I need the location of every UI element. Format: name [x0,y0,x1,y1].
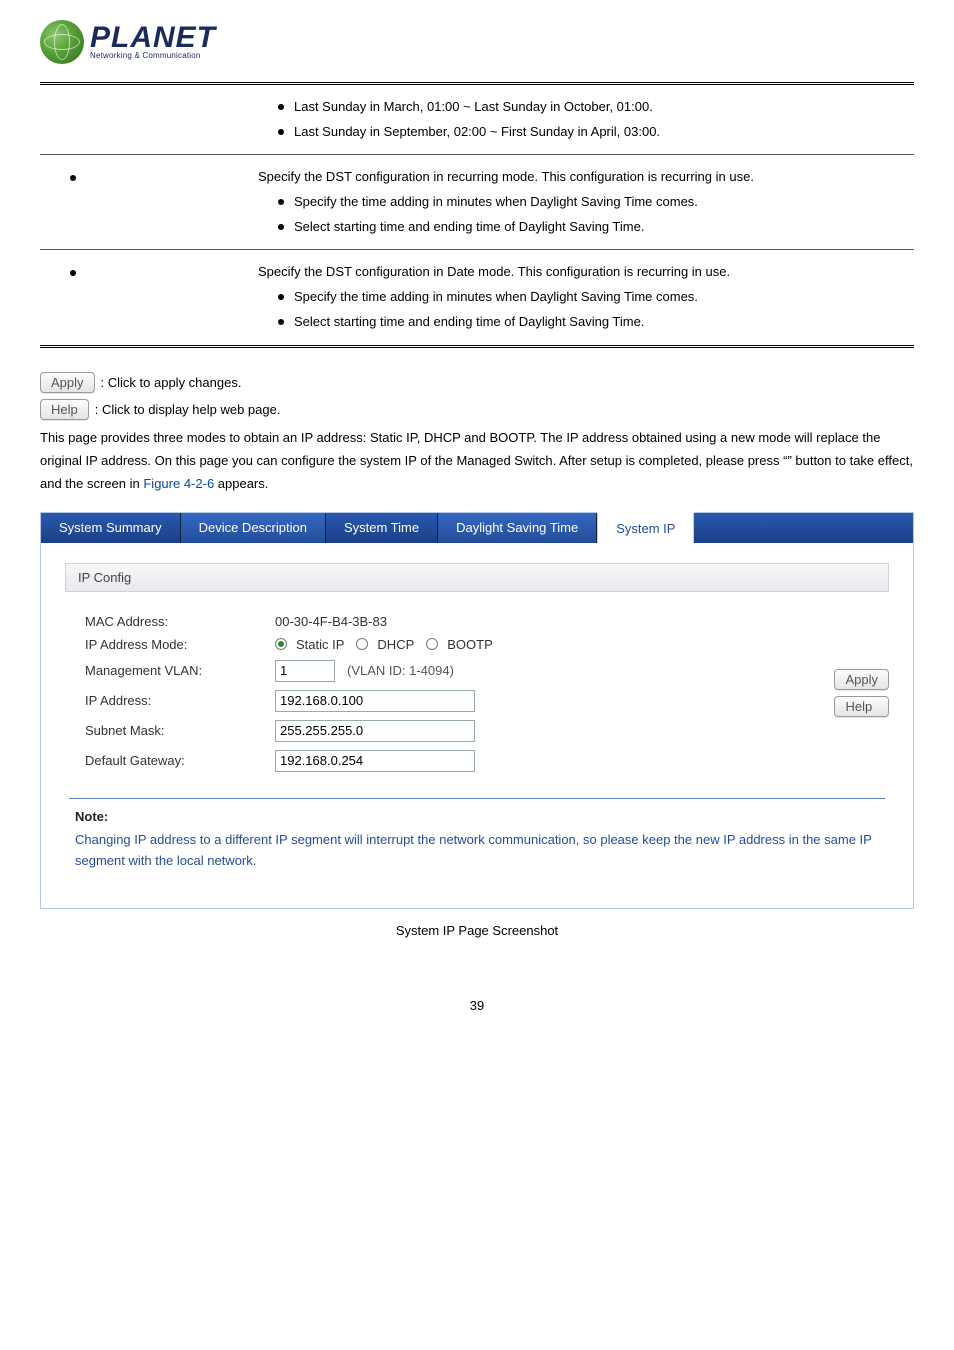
tab-bar: System Summary Device Description System… [41,513,913,543]
help-button[interactable]: Help [834,696,889,717]
tab-system-time[interactable]: System Time [326,513,438,543]
logo-main-text: PLANET [90,24,216,51]
bullet-icon [278,319,284,325]
default-gateway-input[interactable] [275,750,475,772]
table-cell-text: Specify the time adding in minutes when … [294,190,698,215]
mgmt-vlan-label: Management VLAN: [85,663,275,678]
figure-link: Figure 4-2-6 [143,476,214,491]
bullet-icon [278,129,284,135]
bullet-icon [70,175,76,181]
table-cell-text: Specify the DST configuration in Date mo… [248,260,906,285]
apply-button[interactable]: Apply [834,669,889,690]
panel-divider [69,798,885,799]
radio-dhcp-label: DHCP [377,637,414,652]
ip-address-input[interactable] [275,690,475,712]
radio-bootp[interactable] [426,638,438,650]
radio-static-ip-label: Static IP [296,637,344,652]
figure-caption: System IP Page Screenshot [40,923,914,938]
intro-paragraph: This page provides three modes to obtain… [40,426,914,496]
logo-sub-text: Networking & Communication [90,51,216,60]
tab-system-ip[interactable]: System IP [597,512,694,543]
system-ip-panel: System Summary Device Description System… [40,512,914,909]
radio-dhcp[interactable] [356,638,368,650]
ip-config-header: IP Config [65,563,889,592]
logo-globe-icon [40,20,84,64]
apply-button-graphic: Apply [40,372,95,393]
subnet-mask-label: Subnet Mask: [85,723,275,738]
help-button-desc: : Click to display help web page. [95,402,281,417]
subnet-mask-input[interactable] [275,720,475,742]
tab-daylight-saving-time[interactable]: Daylight Saving Time [438,513,597,543]
default-gateway-label: Default Gateway: [85,753,275,768]
table-cell-text: Last Sunday in March, 01:00 ~ Last Sunda… [294,95,653,120]
radio-static-ip[interactable] [275,638,287,650]
dst-desc-table: Last Sunday in March, 01:00 ~ Last Sunda… [40,82,914,348]
bullet-icon [278,104,284,110]
ip-address-label: IP Address: [85,693,275,708]
table-cell-text: Select starting time and ending time of … [294,215,644,240]
bullet-icon [278,199,284,205]
help-button-graphic: Help [40,399,89,420]
note-body: Changing IP address to a different IP se… [75,830,879,872]
radio-bootp-label: BOOTP [447,637,493,652]
bullet-icon [278,294,284,300]
note-title: Note: [75,807,879,828]
table-cell-text: Select starting time and ending time of … [294,310,644,335]
brand-logo: PLANET Networking & Communication [40,20,914,64]
table-cell-text: Last Sunday in September, 02:00 ~ First … [294,120,660,145]
apply-button-desc: : Click to apply changes. [101,375,242,390]
ip-mode-label: IP Address Mode: [85,637,275,652]
mgmt-vlan-hint: (VLAN ID: 1-4094) [347,663,454,678]
mac-address-label: MAC Address: [85,614,275,629]
bullet-icon [278,224,284,230]
mgmt-vlan-input[interactable] [275,660,335,682]
mac-address-value: 00-30-4F-B4-3B-83 [275,614,794,629]
bullet-icon [70,270,76,276]
page-number: 39 [40,998,914,1013]
table-cell-text: Specify the DST configuration in recurri… [248,165,906,190]
table-cell-text: Specify the time adding in minutes when … [294,285,698,310]
tab-device-description[interactable]: Device Description [181,513,326,543]
tab-system-summary[interactable]: System Summary [41,513,181,543]
